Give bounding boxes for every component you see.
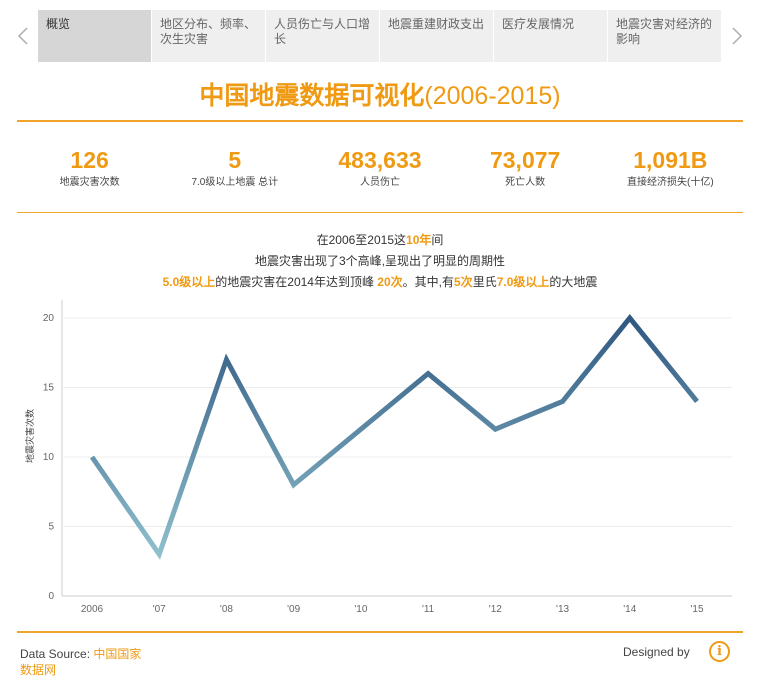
kpi-label: 直接经济损失(十亿) bbox=[627, 177, 714, 188]
kpi-label: 地震灾害次数 bbox=[59, 177, 120, 188]
annotation-text: 间 bbox=[431, 233, 444, 247]
annotation-text: 的地震灾害在2014年达到顶峰 bbox=[215, 275, 378, 289]
title-main: 中国地震数据可视化 bbox=[199, 82, 425, 110]
kpi-value: 483,633 bbox=[338, 147, 422, 173]
page-title: 中国地震数据可视化(2006-2015) bbox=[0, 80, 760, 112]
y-axis-title: 地震灾害次数 bbox=[24, 409, 36, 463]
source-label: Data Source: bbox=[20, 647, 94, 661]
x-tick-label: '14 bbox=[623, 604, 636, 615]
x-tick-label: '10 bbox=[354, 604, 367, 615]
tab-economic-impact[interactable]: 地震灾害对经济的影响 bbox=[608, 10, 721, 62]
y-tick-label: 20 bbox=[43, 313, 55, 324]
annotation-highlight: 7.0级以上 bbox=[496, 275, 550, 289]
divider bbox=[17, 212, 743, 213]
y-tick-label: 10 bbox=[43, 452, 55, 463]
kpi-value: 73,077 bbox=[489, 147, 561, 173]
kpi-casualties: 483,633 人员伤亡 bbox=[307, 146, 452, 190]
tab-casualties-population[interactable]: 人员伤亡与人口增长 bbox=[266, 10, 379, 62]
annotation-highlight: 5.0级以上 bbox=[162, 275, 216, 289]
title-years: (2006-2015) bbox=[424, 82, 561, 110]
x-tick-label: '08 bbox=[220, 604, 233, 615]
tab-label: 地区分布、频率、次生灾害 bbox=[160, 17, 257, 46]
source-link-continued[interactable]: 数据网 bbox=[20, 661, 56, 678]
data-point bbox=[560, 399, 565, 404]
chevron-left-icon[interactable] bbox=[8, 10, 38, 62]
tab-medical-development[interactable]: 医疗发展情况 bbox=[494, 10, 607, 62]
kpi-quake-count: 126 地震灾害次数 bbox=[17, 146, 162, 190]
tab-label: 地震重建财政支出 bbox=[388, 17, 485, 31]
annotation-text: 在2006至2015这 bbox=[316, 233, 407, 247]
kpi-label: 人员伤亡 bbox=[359, 177, 400, 188]
tab-list: 概览 地区分布、频率、次生灾害 人员伤亡与人口增长 地震重建财政支出 医疗发展情… bbox=[38, 10, 722, 62]
annotation-text: 地震灾害出现了3个高峰,呈现出了明显的周期性 bbox=[254, 254, 505, 268]
data-point bbox=[426, 371, 431, 376]
footer-divider bbox=[17, 631, 743, 633]
data-point bbox=[90, 455, 95, 460]
x-tick-label: 2006 bbox=[81, 604, 104, 615]
annotation-line-1: 在2006至2015这10年间 bbox=[0, 230, 760, 251]
annotation-text: 。其中,有 bbox=[402, 275, 454, 289]
tab-label: 医疗发展情况 bbox=[502, 17, 575, 31]
annotation-line-2: 地震灾害出现了3个高峰,呈现出了明显的周期性 bbox=[0, 251, 760, 272]
kpi-economic-loss: 1,091B 直接经济损失(十亿) bbox=[598, 146, 743, 190]
divider bbox=[17, 120, 743, 122]
tab-navigation: 概览 地区分布、频率、次生灾害 人员伤亡与人口增长 地震重建财政支出 医疗发展情… bbox=[0, 0, 760, 70]
y-tick-label: 0 bbox=[48, 591, 54, 602]
tab-overview[interactable]: 概览 bbox=[38, 10, 151, 62]
designed-by: Designed by bbox=[623, 645, 690, 659]
x-tick-label: '15 bbox=[690, 604, 703, 615]
tab-label: 人员伤亡与人口增长 bbox=[274, 17, 371, 46]
kpi-value: 5 bbox=[228, 147, 242, 173]
series-line bbox=[89, 314, 699, 560]
kpi-label: 7.0级以上地震 总计 bbox=[191, 177, 279, 188]
chart-annotation: 在2006至2015这10年间 地震灾害出现了3个高峰,呈现出了明显的周期性 5… bbox=[0, 230, 760, 293]
annotation-highlight: 10年 bbox=[406, 233, 432, 247]
line-chart: 0 5 10 15 20 2006 '07 '08 '09 '10 '11 '12 '13 '14 '15 地… bbox=[24, 300, 732, 615]
data-point bbox=[224, 357, 229, 362]
kpi-label: 死亡人数 bbox=[505, 177, 546, 188]
data-point bbox=[695, 399, 700, 404]
data-source: Data Source: 中国国家 bbox=[20, 645, 141, 662]
x-tick-label: '13 bbox=[556, 604, 569, 615]
tab-region-distribution[interactable]: 地区分布、频率、次生灾害 bbox=[152, 10, 265, 62]
y-tick-label: 5 bbox=[48, 522, 54, 533]
tab-label: 地震灾害对经济的影响 bbox=[616, 17, 713, 46]
data-point bbox=[627, 316, 632, 321]
kpi-value: 1,091B bbox=[633, 147, 708, 173]
tab-reconstruction-spending[interactable]: 地震重建财政支出 bbox=[380, 10, 493, 62]
tab-label: 概览 bbox=[46, 17, 71, 31]
x-tick-label: '07 bbox=[153, 604, 166, 615]
kpi-major-quakes: 5 7.0级以上地震 总计 bbox=[162, 146, 307, 190]
y-tick-label: 15 bbox=[43, 383, 55, 394]
x-tick-label: '09 bbox=[287, 604, 300, 615]
source-link[interactable]: 中国国家 bbox=[93, 647, 141, 661]
data-point bbox=[358, 427, 363, 432]
data-point bbox=[157, 552, 162, 557]
kpi-deaths: 73,077 死亡人数 bbox=[453, 146, 598, 190]
annotation-highlight: 20次 bbox=[377, 275, 403, 289]
annotation-text: 里氏 bbox=[472, 275, 497, 289]
annotation-highlight: 5次 bbox=[454, 275, 473, 289]
data-point bbox=[291, 482, 296, 487]
annotation-text: 的大地震 bbox=[549, 275, 598, 289]
kpi-row: 126 地震灾害次数 5 7.0级以上地震 总计 483,633 人员伤亡 73… bbox=[17, 146, 743, 190]
chevron-right-icon[interactable] bbox=[722, 10, 752, 62]
x-tick-label: '11 bbox=[422, 604, 435, 615]
data-point bbox=[493, 427, 498, 432]
x-tick-label: '12 bbox=[489, 604, 502, 615]
info-icon[interactable]: i bbox=[709, 641, 730, 662]
kpi-value: 126 bbox=[70, 147, 109, 173]
